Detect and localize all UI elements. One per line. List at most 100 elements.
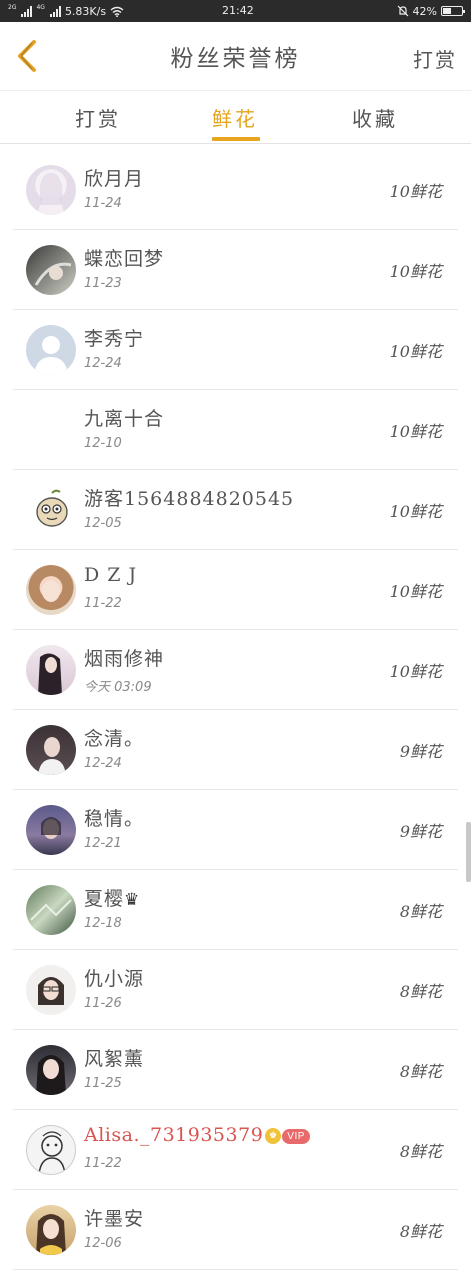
fan-name: 风絮薰 xyxy=(84,1048,145,1070)
network-type-2: 4G xyxy=(36,3,45,11)
battery-level xyxy=(443,8,451,14)
list-item[interactable]: 游客1564884820545 12-05 10鲜花 xyxy=(13,470,458,550)
flower-count: 10鲜花 xyxy=(389,502,442,521)
fan-date: 11-26 xyxy=(84,996,122,1011)
flower-count: 10鲜花 xyxy=(389,582,442,601)
flower-count: 8鲜花 xyxy=(399,982,442,1001)
flower-count: 9鲜花 xyxy=(399,742,442,761)
fan-name: D Z J xyxy=(84,564,138,586)
list-item[interactable]: Alisa._731935379 ♚ VIP 11-22 8鲜花 xyxy=(13,1110,458,1190)
flower-count: 10鲜花 xyxy=(389,182,442,201)
avatar xyxy=(26,965,76,1015)
crown-icon: ♛ xyxy=(124,890,141,910)
fan-date: 11-25 xyxy=(84,1076,122,1091)
signal-icon xyxy=(21,5,33,17)
list-item[interactable]: 烟雨修神 今天 03:09 10鲜花 xyxy=(13,630,458,710)
fan-name: 夏樱♛ xyxy=(84,884,140,911)
tab-favorites[interactable]: 收藏 xyxy=(352,103,398,132)
crown-badge-icon: ♚ xyxy=(265,1128,282,1144)
flower-count: 8鲜花 xyxy=(399,1222,442,1241)
network-type-1: 2G xyxy=(8,3,17,11)
list-item[interactable]: 夏樱♛ 12-18 8鲜花 xyxy=(13,870,458,950)
fan-name: 欣月月 xyxy=(84,168,145,190)
fan-name: 念清。 xyxy=(84,728,145,750)
fan-name: 李秀宁 xyxy=(84,328,145,350)
status-bar-right: 42% xyxy=(397,4,465,18)
mute-bell-icon xyxy=(397,5,408,17)
tab-reward[interactable]: 打赏 xyxy=(75,103,121,132)
flower-count: 8鲜花 xyxy=(399,1142,442,1161)
avatar xyxy=(26,1045,76,1095)
scrollbar[interactable] xyxy=(466,822,471,882)
list-item[interactable]: 许墨安 12-06 8鲜花 xyxy=(13,1190,458,1270)
flower-count: 10鲜花 xyxy=(389,342,442,361)
tab-bar: 打赏 鲜花 收藏 xyxy=(0,90,471,144)
flower-count: 10鲜花 xyxy=(389,662,442,681)
fan-name: 游客1564884820545 xyxy=(84,488,295,510)
fan-name: 九离十合 xyxy=(84,408,165,430)
avatar xyxy=(26,1125,76,1175)
vip-badges: ♚ VIP xyxy=(265,1128,310,1144)
fan-name: 稳情。 xyxy=(84,808,145,830)
fan-date: 12-21 xyxy=(84,836,122,851)
fan-name: Alisa._731935379 ♚ VIP xyxy=(84,1124,310,1146)
fan-date: 11-22 xyxy=(84,596,122,611)
avatar xyxy=(26,565,76,615)
avatar xyxy=(26,405,76,455)
fan-date: 12-05 xyxy=(84,516,122,531)
list-item[interactable]: 李秀宁 12-24 10鲜花 xyxy=(13,310,458,390)
battery-icon xyxy=(441,6,465,16)
active-tab-indicator xyxy=(212,137,260,141)
list-item[interactable]: 蝶恋回梦 11-23 10鲜花 xyxy=(13,230,458,310)
fan-name: 蝶恋回梦 xyxy=(84,248,165,270)
avatar xyxy=(26,485,76,535)
flower-count: 9鲜花 xyxy=(399,822,442,841)
list-item[interactable]: D Z J 11-22 10鲜花 xyxy=(13,550,458,630)
list-item[interactable]: 念清。 12-24 9鲜花 xyxy=(13,710,458,790)
avatar xyxy=(26,885,76,935)
status-time: 21:42 xyxy=(222,4,254,17)
tab-flowers[interactable]: 鲜花 xyxy=(212,103,258,132)
fan-name-text: 夏樱 xyxy=(84,888,125,910)
avatar xyxy=(26,165,76,215)
fan-ranking-list: 欣月月 11-24 10鲜花 蝶恋回梦 11-23 10鲜花 李秀宁 12-24… xyxy=(0,150,471,1270)
page-title: 粉丝荣誉榜 xyxy=(170,46,301,72)
fan-date: 11-23 xyxy=(84,276,122,291)
avatar xyxy=(26,645,76,695)
status-bar: 2G 4G 5.83K/s 21:42 42% xyxy=(0,0,471,22)
battery-percent: 42% xyxy=(412,4,437,18)
fan-date: 11-24 xyxy=(84,196,122,211)
wifi-icon xyxy=(110,6,124,17)
fan-name: 许墨安 xyxy=(84,1208,145,1230)
back-button[interactable] xyxy=(8,38,44,74)
fan-date: 12-06 xyxy=(84,1236,122,1251)
fan-date: 今天 03:09 xyxy=(84,680,152,695)
list-item[interactable]: 仇小源 11-26 8鲜花 xyxy=(13,950,458,1030)
vip-badge: VIP xyxy=(282,1128,310,1144)
list-item[interactable]: 欣月月 11-24 10鲜花 xyxy=(13,150,458,230)
fan-date: 12-24 xyxy=(84,356,122,371)
fan-date: 12-18 xyxy=(84,916,122,931)
fan-date: 12-24 xyxy=(84,756,122,771)
flower-count: 10鲜花 xyxy=(389,262,442,281)
status-bar-left: 2G 4G 5.83K/s xyxy=(8,3,124,18)
flower-count: 8鲜花 xyxy=(399,902,442,921)
reward-button[interactable]: 打赏 xyxy=(413,44,457,73)
chevron-left-icon xyxy=(18,40,36,72)
fan-name: 烟雨修神 xyxy=(84,648,165,670)
list-item[interactable]: 风絮薰 11-25 8鲜花 xyxy=(13,1030,458,1110)
avatar xyxy=(26,325,76,375)
avatar xyxy=(26,725,76,775)
flower-count: 10鲜花 xyxy=(389,422,442,441)
app-header: 粉丝荣誉榜 打赏 xyxy=(0,22,471,90)
avatar xyxy=(26,1205,76,1255)
list-item[interactable]: 九离十合 12-10 10鲜花 xyxy=(13,390,458,470)
fan-date: 12-10 xyxy=(84,436,122,451)
fan-name-text: Alisa._731935379 xyxy=(84,1124,264,1146)
flower-count: 8鲜花 xyxy=(399,1062,442,1081)
network-speed: 5.83K/s xyxy=(64,4,107,18)
avatar xyxy=(26,245,76,295)
fan-date: 11-22 xyxy=(84,1156,122,1171)
list-item[interactable]: 稳情。 12-21 9鲜花 xyxy=(13,790,458,870)
avatar xyxy=(26,805,76,855)
